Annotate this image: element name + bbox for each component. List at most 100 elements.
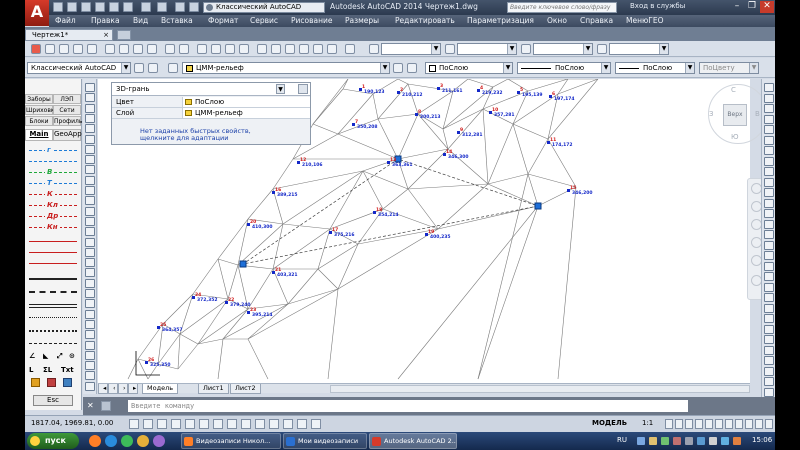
dim-style-icon[interactable] xyxy=(445,44,455,54)
isolate-icon[interactable] xyxy=(755,419,763,429)
compass-south[interactable]: Ю xyxy=(731,133,739,141)
markup-icon[interactable] xyxy=(313,44,323,54)
break-icon[interactable] xyxy=(764,198,774,208)
text-style-combo[interactable]: ▼ xyxy=(381,43,441,55)
polyline-icon[interactable] xyxy=(85,103,95,113)
rotate-icon[interactable] xyxy=(764,314,774,323)
help-icon[interactable] xyxy=(345,44,355,54)
login-button[interactable]: Вход в службы xyxy=(630,2,685,10)
grip-handle[interactable] xyxy=(534,202,542,210)
esc-button[interactable]: Esc xyxy=(33,395,73,406)
trim-icon[interactable] xyxy=(764,345,774,355)
lock-ui-icon[interactable] xyxy=(148,63,158,73)
point-icon[interactable] xyxy=(85,216,95,226)
lineweight-icon[interactable] xyxy=(255,419,265,429)
save-drawing-icon[interactable] xyxy=(59,44,69,54)
arrow-line-item[interactable] xyxy=(29,248,77,257)
plot-drawing-icon[interactable] xyxy=(73,44,83,54)
menu-dimension[interactable]: Размеры xyxy=(345,16,379,25)
text-style-icon[interactable] xyxy=(369,44,379,54)
save-as-icon[interactable] xyxy=(95,2,105,12)
join-icon[interactable] xyxy=(764,209,774,218)
new-icon[interactable] xyxy=(53,2,63,12)
paste-icon[interactable] xyxy=(133,44,143,54)
ellipse-icon[interactable] xyxy=(85,175,95,185)
line-pattern-row[interactable] xyxy=(29,326,79,336)
tab-sheet1[interactable]: Лист1 xyxy=(198,384,229,394)
tray-icon[interactable] xyxy=(637,437,645,445)
sum-length-tool[interactable]: ΣL xyxy=(43,366,52,374)
survey-point[interactable]: 24372,352 xyxy=(192,292,218,303)
tools-icon[interactable] xyxy=(47,378,56,387)
menu-tools[interactable]: Сервис xyxy=(250,16,278,25)
line-style-item[interactable]: Кл xyxy=(29,201,77,210)
arc-icon[interactable] xyxy=(85,299,95,309)
hatch-icon[interactable] xyxy=(85,340,95,350)
redo-toolbar-icon[interactable] xyxy=(179,44,189,54)
redo-icon[interactable] xyxy=(157,2,167,12)
taskbar-btn-autocad[interactable]: Autodesk AutoCAD 2... xyxy=(369,433,457,449)
xline-icon[interactable] xyxy=(85,93,95,103)
lock-icon[interactable] xyxy=(735,419,743,429)
dyn-icon[interactable] xyxy=(241,419,251,429)
chamfer-icon[interactable] xyxy=(764,387,774,397)
survey-point[interactable]: 23395,214 xyxy=(247,307,273,318)
polar-icon[interactable] xyxy=(171,419,181,429)
menu-geo[interactable]: МенюГЕО xyxy=(626,16,664,25)
quick-view-layouts-icon[interactable] xyxy=(665,419,673,429)
browser-quick-icon[interactable] xyxy=(89,435,101,447)
tab-prev-arrow[interactable]: ‹ xyxy=(108,384,118,394)
survey-point[interactable]: 4219,232 xyxy=(477,85,503,96)
open-icon[interactable] xyxy=(67,2,77,12)
survey-point[interactable]: 17375,216 xyxy=(329,227,355,238)
tool-palettes-icon[interactable] xyxy=(285,44,295,54)
region-icon[interactable] xyxy=(85,247,95,257)
mtext-icon[interactable] xyxy=(85,268,95,278)
tab-blocks[interactable]: Блоки xyxy=(25,116,53,126)
color-combo[interactable]: ПоСлою ▼ xyxy=(425,62,513,74)
search-input[interactable]: Введите ключевое слово/фразу xyxy=(507,2,617,13)
copy-obj-icon[interactable] xyxy=(764,261,774,271)
survey-point[interactable]: 12210,106 xyxy=(297,157,323,168)
stretch-icon[interactable] xyxy=(764,335,774,344)
language-indicator[interactable]: RU xyxy=(617,436,627,444)
multileader-style-combo[interactable]: ▼ xyxy=(609,43,669,55)
line-style-item[interactable]: Др xyxy=(29,212,77,221)
line-style-item[interactable]: В xyxy=(29,168,77,177)
viewcube-top-face[interactable]: Верх xyxy=(723,104,747,126)
sheet-set-icon[interactable] xyxy=(299,44,309,54)
hardware-accel-icon[interactable] xyxy=(745,419,753,429)
cut-icon[interactable] xyxy=(105,44,115,54)
tab-fences[interactable]: Заборы xyxy=(25,94,53,104)
array-icon[interactable] xyxy=(764,293,774,302)
survey-point[interactable]: 1190,123 xyxy=(359,84,385,95)
make-current-layer-icon[interactable] xyxy=(393,63,403,73)
survey-point[interactable]: 15346,200 xyxy=(567,185,593,196)
explode-icon[interactable] xyxy=(764,240,774,250)
close-tab-icon[interactable]: × xyxy=(103,30,109,40)
tab-drawing1[interactable]: Чертеж1* × xyxy=(25,29,113,41)
table-icon[interactable] xyxy=(85,258,95,268)
fillet-icon[interactable] xyxy=(764,230,774,239)
scale-icon[interactable] xyxy=(764,156,774,166)
line-style-item[interactable]: К xyxy=(29,190,77,199)
array-icon[interactable] xyxy=(764,125,774,134)
break-icon[interactable] xyxy=(764,366,774,376)
hatch-icon[interactable] xyxy=(85,227,95,237)
tab-sheet2[interactable]: Лист2 xyxy=(230,384,261,394)
pan-status-icon[interactable] xyxy=(685,419,693,429)
survey-point[interactable]: 25364,357 xyxy=(157,322,183,333)
dim-style-combo[interactable]: ▼ xyxy=(457,43,517,55)
customize-icon[interactable] xyxy=(298,84,308,94)
join-icon[interactable] xyxy=(764,377,774,386)
survey-point[interactable]: 5195,139 xyxy=(517,87,543,98)
network-icon[interactable] xyxy=(697,437,705,445)
match-properties-icon[interactable] xyxy=(147,44,157,54)
properties-icon[interactable] xyxy=(175,2,185,12)
line-style-item[interactable]: Кн xyxy=(29,223,77,232)
add-selected-icon[interactable] xyxy=(85,278,95,288)
survey-point[interactable]: 9312,281 xyxy=(457,127,483,138)
command-input[interactable]: Введите команду xyxy=(128,400,688,412)
clean-screen-icon[interactable] xyxy=(765,419,773,429)
length-tool[interactable]: L xyxy=(29,366,33,374)
